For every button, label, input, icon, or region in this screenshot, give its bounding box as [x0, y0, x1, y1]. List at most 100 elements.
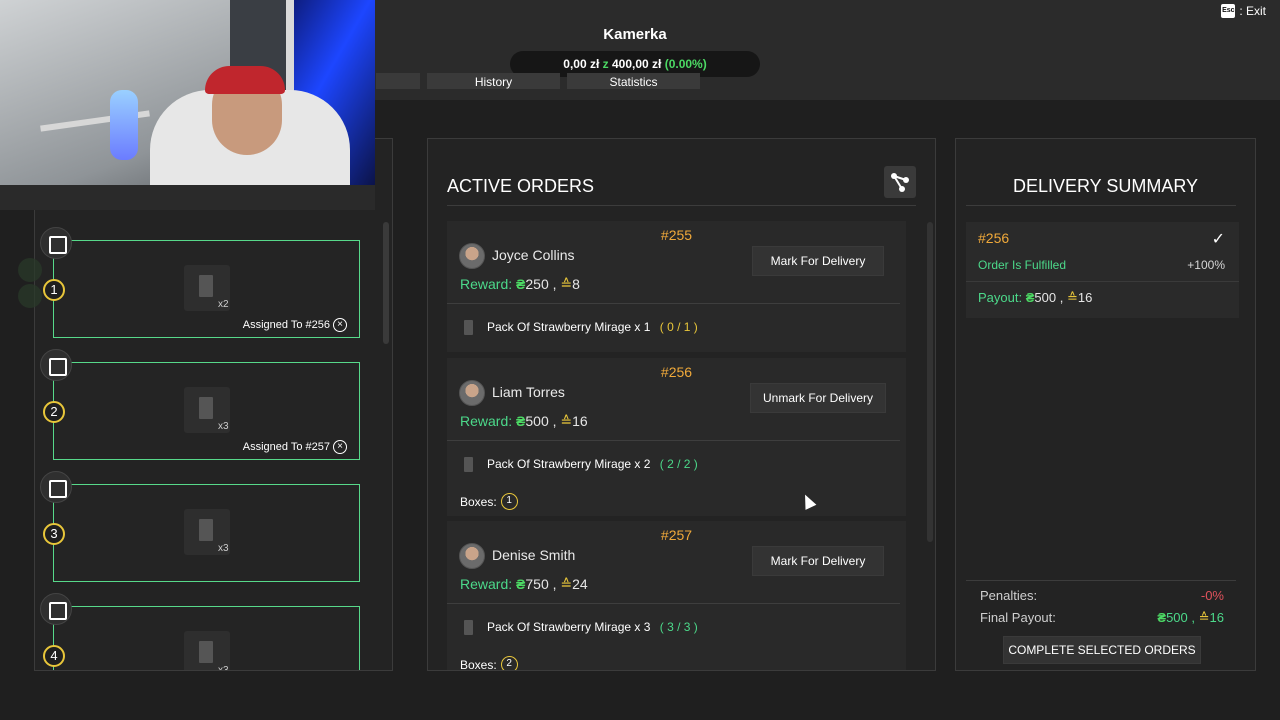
delivery-summary-title: DELIVERY SUMMARY	[1012, 176, 1199, 196]
reward-rank: 8	[572, 276, 580, 292]
order-reward: Reward: ₴750 , ≙24	[460, 576, 588, 592]
assignment-label: Assigned To #257	[242, 441, 330, 453]
product-name: Pack Of Strawberry Mirage x 2	[487, 457, 651, 471]
item-quantity: x3	[218, 421, 229, 432]
mark-for-delivery-button[interactable]: Mark For Delivery	[752, 246, 884, 276]
money-icon: ₴	[516, 413, 526, 429]
box-card-1[interactable]: x2 Assigned To #256 ×	[53, 240, 360, 338]
rank-icon: ≙	[1198, 610, 1210, 625]
payout-label: Payout:	[978, 290, 1023, 305]
final-rank: 16	[1209, 610, 1224, 625]
final-payout-value: ₴500 , ≙16	[1157, 610, 1224, 625]
box-number: 2	[43, 401, 65, 423]
box-card-2[interactable]: x3 Assigned To #257 ×	[53, 362, 360, 460]
item-quantity: x2	[218, 299, 229, 310]
item-quantity: x3	[218, 543, 229, 554]
order-product: Pack Of Strawberry Mirage x 2 ( 2 / 2 )	[487, 457, 698, 471]
product-progress: ( 2 / 2 )	[659, 457, 698, 471]
box-icon	[40, 349, 72, 381]
complete-selected-orders-button[interactable]: COMPLETE SELECTED ORDERS	[1003, 636, 1201, 664]
webcam-desk	[0, 185, 375, 210]
box-card-3[interactable]: x3	[53, 484, 360, 582]
webcam-microphone	[110, 90, 138, 160]
order-reward: Reward: ₴500 , ≙16	[460, 413, 588, 429]
customer-avatar	[459, 543, 485, 569]
pack-icon	[464, 620, 473, 635]
order-reward: Reward: ₴250 , ≙8	[460, 276, 580, 292]
final-money: 500	[1166, 610, 1188, 625]
order-card-257-clip: #257 Denise Smith Reward: ₴750 , ≙24 Mar…	[447, 521, 906, 670]
reward-label: Reward:	[460, 276, 513, 292]
rank-icon: ≙	[1066, 290, 1078, 305]
product-progress: ( 3 / 3 )	[659, 620, 698, 634]
tab-history[interactable]: History	[427, 73, 560, 89]
unmark-for-delivery-button[interactable]: Unmark For Delivery	[750, 383, 886, 413]
rank-icon: ≙	[560, 413, 573, 429]
order-product: Pack Of Strawberry Mirage x 3 ( 3 / 3 )	[487, 620, 698, 634]
pack-icon	[464, 320, 473, 335]
overlay-avatar	[18, 258, 42, 282]
order-id: #256	[660, 364, 693, 380]
remove-icon[interactable]: ×	[333, 440, 347, 454]
order-boxes: Boxes: 2	[460, 656, 518, 670]
exit-label: : Exit	[1239, 4, 1266, 18]
order-id: #257	[660, 527, 693, 543]
rank-icon: ≙	[560, 276, 573, 292]
order-separator	[447, 303, 900, 304]
reward-rank: 24	[572, 576, 588, 592]
tab-statistics[interactable]: Statistics	[567, 73, 700, 89]
reward-label: Reward:	[460, 413, 513, 429]
box-icon	[40, 227, 72, 259]
goal-separator: z	[602, 57, 609, 71]
order-product: Pack Of Strawberry Mirage x 1 ( 0 / 1 )	[487, 320, 698, 334]
box-card-4[interactable]: x3	[53, 606, 360, 670]
box-card-4-clip: x3 4	[35, 590, 385, 670]
check-icon: ✓	[1211, 231, 1225, 248]
share-icon	[891, 173, 909, 192]
order-id: #255	[660, 227, 693, 243]
goal-target: 400,00 zł	[611, 57, 662, 71]
box-assignment: Assigned To #257 ×	[243, 440, 347, 454]
overlay-avatar	[18, 284, 42, 308]
box-number: 4	[43, 645, 65, 667]
box-number-badge: 2	[500, 656, 518, 670]
box-number-badge: 1	[500, 493, 518, 510]
product-progress: ( 0 / 1 )	[659, 320, 698, 334]
reward-rank: 16	[572, 413, 588, 429]
money-icon: ₴	[1157, 610, 1167, 625]
penalties-label: Penalties:	[980, 588, 1038, 603]
summary-status: Order Is Fulfilled	[978, 258, 1067, 272]
reward-money: 250	[525, 276, 549, 292]
webcam-cap	[205, 66, 285, 94]
money-icon: ₴	[516, 276, 526, 292]
customer-avatar	[459, 380, 485, 406]
penalties-value: -0%	[1200, 588, 1224, 603]
tab-orders[interactable]	[376, 73, 420, 89]
reward-money: 500	[525, 413, 549, 429]
customer-name: Liam Torres	[492, 384, 565, 400]
box-icon	[40, 471, 72, 503]
order-separator	[447, 440, 900, 441]
mark-for-delivery-button[interactable]: Mark For Delivery	[752, 546, 884, 576]
exit-button[interactable]: Esc : Exit	[1221, 4, 1266, 18]
product-name: Pack Of Strawberry Mirage x 3	[487, 620, 651, 634]
box-number: 1	[43, 279, 65, 301]
share-button[interactable]	[884, 166, 916, 198]
rank-icon: ≙	[560, 576, 573, 592]
customer-name: Joyce Collins	[492, 247, 575, 263]
customer-avatar	[459, 243, 485, 269]
reward-label: Reward:	[460, 576, 513, 592]
boxes-scrollbar[interactable]	[383, 222, 389, 344]
order-separator	[447, 603, 900, 604]
summary-percent: +100%	[1187, 258, 1225, 272]
goal-current: 0,00 zł	[563, 57, 600, 71]
order-boxes: Boxes: 1	[460, 493, 518, 510]
webcam-overlay	[0, 0, 375, 210]
orders-scrollbar[interactable]	[927, 222, 933, 542]
boxes-label: Boxes:	[460, 657, 497, 671]
summary-divider	[966, 205, 1236, 206]
remove-icon[interactable]: ×	[333, 318, 347, 332]
summary-entry[interactable]: #256 ✓ Order Is Fulfilled +100% Payout: …	[966, 222, 1239, 318]
assignment-label: Assigned To #256	[242, 319, 330, 331]
orders-divider	[447, 205, 916, 206]
